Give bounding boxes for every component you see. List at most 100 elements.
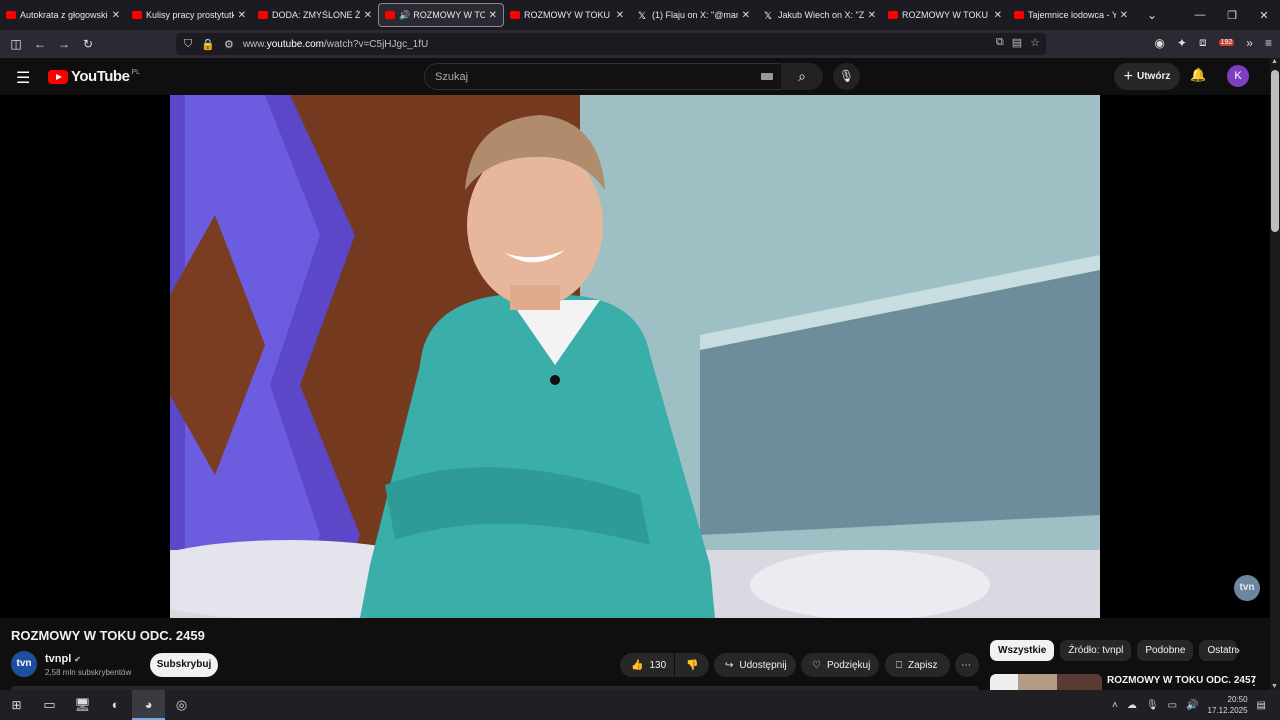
minimize-icon[interactable]: —	[1184, 9, 1216, 21]
more-vertical-icon[interactable]: ⋮	[1248, 674, 1260, 688]
channel-name-row[interactable]: tvnpl ✔	[45, 653, 81, 665]
close-icon[interactable]: ✕	[616, 10, 624, 21]
bookmark-star-icon[interactable]: ☆	[1030, 36, 1040, 49]
notifications-bell-icon[interactable]: 🔔	[1190, 67, 1206, 83]
country-code: PL	[131, 68, 140, 76]
tab-5[interactable]: 𝕏 (1) Flaju on X: "@mamicz ✕	[630, 3, 756, 27]
firefox-icon[interactable]: ◕	[132, 690, 165, 720]
reload-icon[interactable]: ↻	[76, 37, 100, 51]
close-window-icon[interactable]: ✕	[1248, 9, 1280, 22]
related-filter-chips: Wszystkie Źródło: tvnpl Podobne Ostatn	[990, 640, 1238, 661]
notifications-icon[interactable]: ▤	[1257, 700, 1266, 711]
recommendation-thumbnail[interactable]	[990, 674, 1102, 690]
voice-search-button[interactable]: 🎙	[833, 63, 860, 90]
tab-title: ROZMOWY W TOKU	[413, 10, 484, 20]
tab-4[interactable]: ROZMOWY W TOKU ODC ✕	[504, 3, 630, 27]
dislike-button[interactable]: 👎	[675, 653, 709, 677]
maximize-icon[interactable]: ❐	[1216, 9, 1248, 22]
tab-2[interactable]: DODA: ZMYŚLONE ŻYCIE ✕	[252, 3, 378, 27]
account-avatar[interactable]: K	[1227, 65, 1249, 87]
shield-icon[interactable]: ⛉	[184, 38, 192, 51]
clock[interactable]: 20:50 17.12.2025	[1208, 694, 1248, 716]
search-button[interactable]: ⌕	[781, 63, 823, 90]
notification-badge[interactable]: 192	[1218, 39, 1235, 46]
page-scrollbar[interactable]: ▲ ▼	[1270, 58, 1280, 690]
tab-1[interactable]: Kulisy pracy prostytutki. ✕	[126, 3, 252, 27]
search-input[interactable]: Szukaj	[424, 63, 786, 90]
chip-source[interactable]: Źródło: tvnpl	[1060, 640, 1132, 661]
tab-7[interactable]: ROZMOWY W TOKU ODC ✕	[882, 3, 1008, 27]
tray-expand-icon[interactable]: ˄	[1112, 700, 1118, 711]
video-frame[interactable]	[170, 95, 1100, 618]
tab-title: Tajemnice lodowca - You	[1028, 10, 1116, 20]
youtube-icon	[6, 11, 16, 19]
close-icon[interactable]: ✕	[112, 10, 120, 21]
close-icon[interactable]: ✕	[238, 10, 246, 21]
youtube-logo[interactable]: YouTube PL	[48, 68, 140, 85]
hamburger-menu-icon[interactable]: ≡	[1265, 36, 1272, 50]
scroll-up-icon[interactable]: ▲	[1271, 58, 1278, 65]
share-button[interactable]: ↪ Udostępnij	[714, 653, 796, 677]
tab-6[interactable]: 𝕏 Jakub Wiech on X: "Zrob ✕	[756, 3, 882, 27]
extension-icon[interactable]: ✦	[1177, 36, 1187, 50]
thanks-button[interactable]: ♡ Podziękuj	[801, 653, 879, 677]
subscribe-button[interactable]: Subskrybuj	[150, 653, 218, 677]
close-icon[interactable]: ✕	[364, 10, 372, 21]
close-icon[interactable]: ✕	[489, 10, 497, 21]
extensions-puzzle-icon[interactable]: ⧈	[1199, 35, 1207, 50]
close-icon[interactable]: ✕	[868, 10, 876, 21]
tab-3[interactable]: 🔊ROZMOWY W TOKU ✕	[378, 3, 504, 27]
chip-recent[interactable]: Ostatn	[1199, 640, 1238, 661]
recommendation-title[interactable]: ROZMOWY W TOKU ODC. 2457	[1107, 675, 1256, 686]
video-title: ROZMOWY W TOKU ODC. 2459	[11, 628, 205, 643]
sidebar-toggle-icon[interactable]: ◫	[4, 37, 28, 51]
tab-8[interactable]: Tajemnice lodowca - You ✕	[1008, 3, 1134, 27]
more-actions-button[interactable]: ⋯	[955, 653, 979, 677]
close-icon[interactable]: ✕	[994, 10, 1002, 21]
url-path: /watch?v=C5jHJgc_1fU	[324, 38, 429, 50]
network-icon[interactable]: ▭	[1168, 700, 1177, 711]
close-icon[interactable]: ✕	[742, 10, 750, 21]
keyboard-icon[interactable]	[761, 73, 773, 80]
forward-arrow-icon[interactable]: →	[52, 37, 76, 51]
youtube-icon	[385, 11, 395, 19]
channel-name[interactable]: tvnpl	[45, 653, 71, 665]
onedrive-icon[interactable]: ☁	[1127, 700, 1137, 711]
chips-next-arrow-icon[interactable]: ›	[1236, 643, 1240, 657]
file-explorer-icon[interactable]: ▭	[33, 690, 66, 720]
windows-start-icon[interactable]: ⊞	[0, 690, 33, 720]
save-button[interactable]: ⎕ Zapisz	[885, 653, 950, 677]
speaker-icon[interactable]: 🔊	[399, 10, 410, 21]
reader-icon[interactable]: ▤	[1012, 36, 1022, 49]
like-count: 130	[649, 659, 667, 671]
tab-title: Kulisy pracy prostytutki.	[146, 10, 234, 20]
scrollbar-thumb[interactable]	[1271, 70, 1279, 232]
tab-0[interactable]: Autokrata z głogowskiej ✕	[0, 3, 126, 27]
like-button[interactable]: 👍 130	[620, 653, 674, 677]
guide-menu-icon[interactable]: ☰	[16, 68, 30, 88]
steam-icon[interactable]: ◐	[99, 690, 132, 720]
channel-avatar[interactable]: tvn	[11, 651, 37, 677]
volume-icon[interactable]: 🔊	[1186, 700, 1198, 711]
chip-similar[interactable]: Podobne	[1137, 640, 1194, 661]
back-arrow-icon[interactable]: ←	[28, 37, 52, 51]
save-label: Zapisz	[908, 659, 938, 671]
create-button[interactable]: + Utwórz	[1114, 63, 1180, 90]
app-icon[interactable]: ◎	[165, 690, 198, 720]
overflow-chevron-icon[interactable]: »	[1246, 36, 1253, 50]
vpn-icon[interactable]: ◉	[1154, 36, 1164, 50]
x-icon: 𝕏	[637, 11, 647, 22]
youtube-header: ☰ YouTube PL Szukaj ⌕ 🎙 + Utwórz 🔔 K	[0, 58, 1270, 95]
permissions-icon[interactable]: ⚙	[224, 38, 234, 51]
tab-list-chevron-icon[interactable]: ⌄	[1140, 8, 1164, 22]
pip-icon[interactable]: ⧉	[996, 36, 1004, 49]
url-bar[interactable]: ⛉ 🔒 ⚙ www. youtube.com/watch?v=C5jHJgc_1f…	[176, 33, 1046, 55]
microphone-tray-icon[interactable]: 🎙	[1146, 700, 1159, 711]
lock-icon[interactable]: 🔒	[201, 38, 215, 51]
clock-time: 20:50	[1227, 695, 1248, 704]
video-player[interactable]: tvn	[0, 95, 1270, 618]
scroll-down-icon[interactable]: ▼	[1271, 683, 1278, 690]
this-pc-icon[interactable]: 🖥	[66, 690, 99, 720]
close-icon[interactable]: ✕	[1120, 10, 1128, 21]
chip-all[interactable]: Wszystkie	[990, 640, 1055, 661]
